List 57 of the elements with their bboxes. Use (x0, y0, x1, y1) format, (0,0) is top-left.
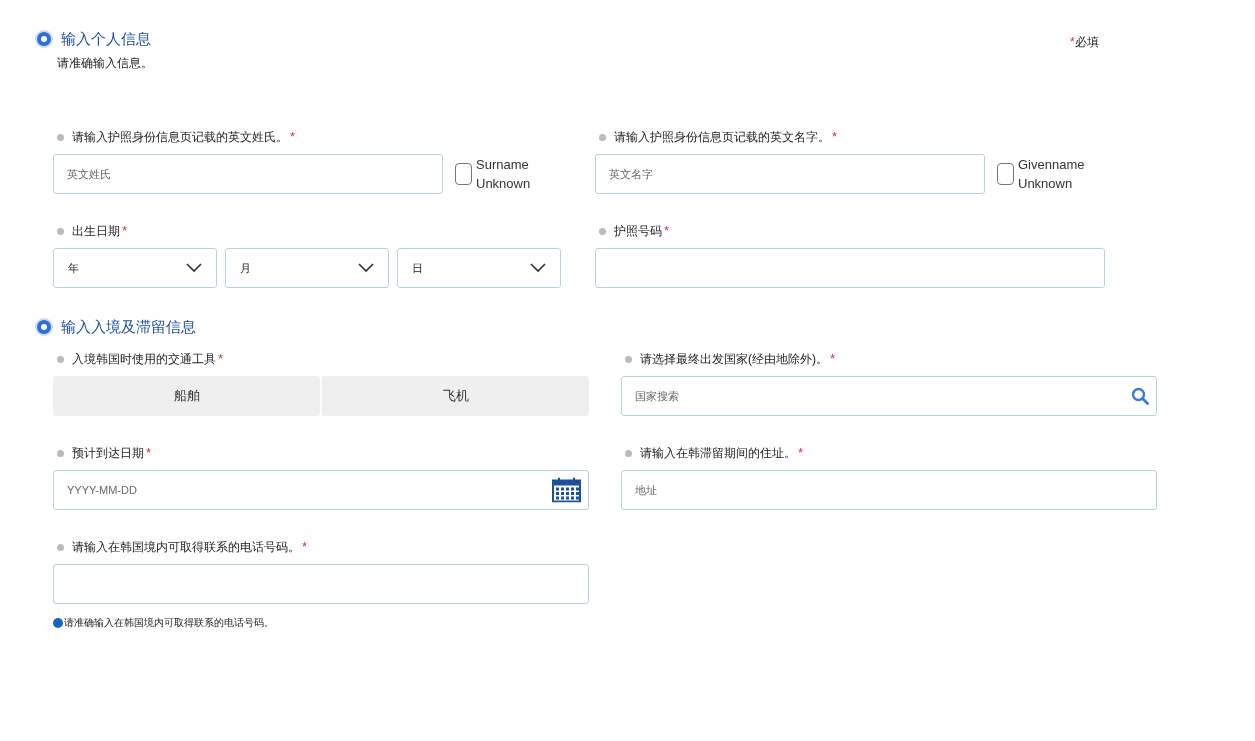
required-mark: * (664, 222, 670, 241)
checkbox[interactable] (455, 163, 472, 185)
bullet-icon (625, 355, 632, 363)
hint-text: 请准确输入在韩国境内可取得联系的电话号码。 (64, 616, 274, 630)
input-field[interactable]: 英文姓氏 (53, 154, 443, 194)
transport-option[interactable]: 飞机 (322, 376, 589, 416)
transport-option[interactable]: 船舶 (53, 376, 320, 416)
required-mark: * (302, 538, 308, 557)
input-field[interactable] (53, 564, 589, 604)
required-mark: * (1070, 34, 1075, 51)
required-note: 必填 (1074, 34, 1099, 51)
info-icon (53, 617, 63, 628)
field-label: 护照号码 (614, 223, 662, 240)
section-marker-icon (37, 32, 51, 46)
bullet-icon (57, 227, 64, 235)
bullet-icon (599, 133, 606, 141)
bullet-icon (57, 543, 64, 551)
input-field[interactable]: 地址 (621, 470, 1157, 510)
required-mark: * (146, 444, 152, 463)
field-label: 请输入在韩滞留期间的住址。 (640, 445, 796, 462)
section-subtitle: 请准确输入信息。 (56, 55, 154, 72)
search-icon[interactable] (1131, 387, 1149, 405)
field-label: 请选择最终出发国家(经由地除外)。 (640, 351, 828, 368)
required-mark: * (798, 444, 804, 463)
bullet-icon (599, 227, 606, 235)
chevron-down-icon (358, 263, 374, 273)
field-label: 请输入护照身份信息页记载的英文姓氏。 (72, 129, 288, 146)
required-mark: * (830, 350, 836, 369)
search-field[interactable]: 国家搜索 (621, 376, 1157, 416)
checkbox[interactable] (997, 163, 1014, 185)
section-title: 输入入境及滞留信息 (61, 316, 196, 337)
dropdown[interactable]: 年 (53, 248, 217, 288)
section-marker-icon (37, 320, 51, 334)
field-label: 入境韩国时使用的交通工具 (72, 351, 216, 368)
field-label: 请输入护照身份信息页记载的英文名字。 (614, 129, 830, 146)
date-field[interactable]: YYYY-MM-DD (53, 470, 589, 510)
required-mark: * (122, 222, 128, 241)
chevron-down-icon (530, 263, 546, 273)
calendar-icon[interactable] (552, 477, 581, 503)
dropdown[interactable]: 月 (225, 248, 389, 288)
bullet-icon (57, 133, 64, 141)
input-field[interactable] (595, 248, 1105, 288)
field-label: 出生日期 (72, 223, 120, 240)
bullet-icon (57, 449, 64, 457)
checkbox-label[interactable]: Givenname Unknown (1018, 155, 1088, 193)
field-label: 预计到达日期 (72, 445, 144, 462)
dropdown[interactable]: 日 (397, 248, 561, 288)
required-mark: * (218, 350, 224, 369)
bullet-icon (625, 449, 632, 457)
chevron-down-icon (186, 263, 202, 273)
bullet-icon (57, 355, 64, 363)
input-field[interactable]: 英文名字 (595, 154, 985, 194)
checkbox-label[interactable]: Surname Unknown (476, 155, 546, 193)
section-title: 输入个人信息 (61, 28, 151, 49)
field-label: 请输入在韩国境内可取得联系的电话号码。 (72, 539, 300, 556)
required-mark: * (290, 128, 296, 147)
required-mark: * (832, 128, 838, 147)
